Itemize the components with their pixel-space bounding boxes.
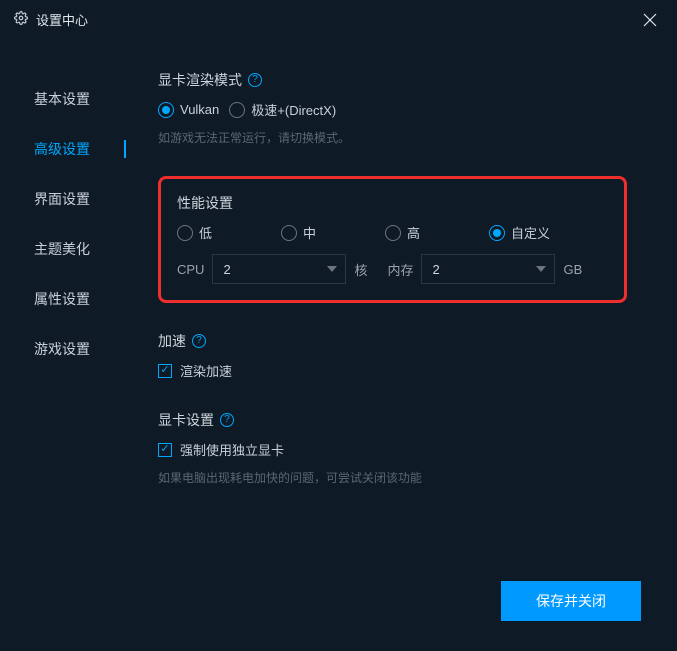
render-mode-title: 显卡渲染模式: [158, 70, 242, 90]
sidebar-item-label: 界面设置: [34, 189, 90, 209]
accel-title: 加速: [158, 331, 186, 351]
radio-dot-icon: [489, 225, 505, 241]
cpu-value: 2: [223, 262, 230, 277]
radio-label: Vulkan: [180, 102, 219, 117]
performance-title: 性能设置: [177, 193, 233, 213]
sidebar-item-advanced[interactable]: 高级设置: [0, 124, 130, 174]
radio-label: 极速+(DirectX): [251, 100, 336, 119]
radio-perf-mid[interactable]: 中: [281, 223, 385, 242]
sidebar-item-property[interactable]: 属性设置: [0, 274, 130, 324]
window-title: 设置中心: [36, 10, 637, 29]
help-icon[interactable]: ?: [192, 334, 206, 348]
close-button[interactable]: [637, 9, 663, 31]
sidebar-item-game[interactable]: 游戏设置: [0, 324, 130, 374]
radio-label: 自定义: [511, 223, 550, 242]
cpu-select[interactable]: 2: [212, 254, 346, 284]
checkbox-label: 渲染加速: [180, 361, 232, 380]
render-hint: 如游戏无法正常运行，请切换模式。: [158, 129, 627, 146]
sidebar-item-label: 基本设置: [34, 89, 90, 109]
radio-vulkan[interactable]: Vulkan: [158, 102, 219, 118]
sidebar-item-label: 高级设置: [34, 139, 90, 159]
check-icon: ✓: [158, 364, 172, 378]
footer: 保存并关闭: [501, 581, 641, 621]
radio-label: 中: [303, 223, 316, 242]
sidebar: 基本设置 高级设置 界面设置 主题美化 属性设置 游戏设置: [0, 40, 130, 651]
sidebar-item-label: 游戏设置: [34, 339, 90, 359]
radio-dot-icon: [385, 225, 401, 241]
gpu-title: 显卡设置: [158, 410, 214, 430]
cpu-label: CPU: [177, 262, 204, 277]
chevron-down-icon: [327, 266, 337, 272]
radio-perf-high[interactable]: 高: [385, 223, 489, 242]
sidebar-item-basic[interactable]: 基本设置: [0, 74, 130, 124]
save-and-close-button[interactable]: 保存并关闭: [501, 581, 641, 621]
close-icon: [643, 13, 657, 27]
help-icon[interactable]: ?: [220, 413, 234, 427]
mem-select[interactable]: 2: [421, 254, 555, 284]
checkbox-label: 强制使用独立显卡: [180, 440, 284, 459]
mem-value: 2: [432, 262, 439, 277]
radio-dot-icon: [229, 102, 245, 118]
radio-dot-icon: [158, 102, 174, 118]
sidebar-item-label: 属性设置: [34, 289, 90, 309]
radio-label: 低: [199, 223, 212, 242]
checkbox-force-dgpu[interactable]: ✓ 强制使用独立显卡: [158, 440, 627, 459]
sidebar-item-ui[interactable]: 界面设置: [0, 174, 130, 224]
gear-icon: [14, 11, 28, 28]
sidebar-item-theme[interactable]: 主题美化: [0, 224, 130, 274]
mem-unit: GB: [563, 262, 582, 277]
radio-directx[interactable]: 极速+(DirectX): [229, 100, 336, 119]
section-accel: 加速 ? ✓ 渲染加速: [158, 331, 627, 380]
chevron-down-icon: [536, 266, 546, 272]
section-performance: 性能设置 低 中 高 自定义 CPU 2 核 内存 2 GB: [158, 176, 627, 303]
radio-dot-icon: [281, 225, 297, 241]
radio-perf-custom[interactable]: 自定义: [489, 223, 593, 242]
radio-dot-icon: [177, 225, 193, 241]
radio-perf-low[interactable]: 低: [177, 223, 281, 242]
main-panel: 显卡渲染模式 ? Vulkan 极速+(DirectX) 如游戏无法正常运行，请…: [130, 40, 677, 651]
radio-label: 高: [407, 223, 420, 242]
section-gpu: 显卡设置 ? ✓ 强制使用独立显卡 如果电脑出现耗电加快的问题，可尝试关闭该功能: [158, 410, 627, 486]
help-icon[interactable]: ?: [248, 73, 262, 87]
sidebar-item-label: 主题美化: [34, 239, 90, 259]
section-render-mode: 显卡渲染模式 ? Vulkan 极速+(DirectX) 如游戏无法正常运行，请…: [158, 70, 627, 146]
check-icon: ✓: [158, 443, 172, 457]
titlebar: 设置中心: [0, 0, 677, 40]
checkbox-render-accel[interactable]: ✓ 渲染加速: [158, 361, 627, 380]
mem-label: 内存: [387, 260, 413, 279]
cpu-unit: 核: [354, 260, 367, 279]
gpu-hint: 如果电脑出现耗电加快的问题，可尝试关闭该功能: [158, 469, 627, 486]
